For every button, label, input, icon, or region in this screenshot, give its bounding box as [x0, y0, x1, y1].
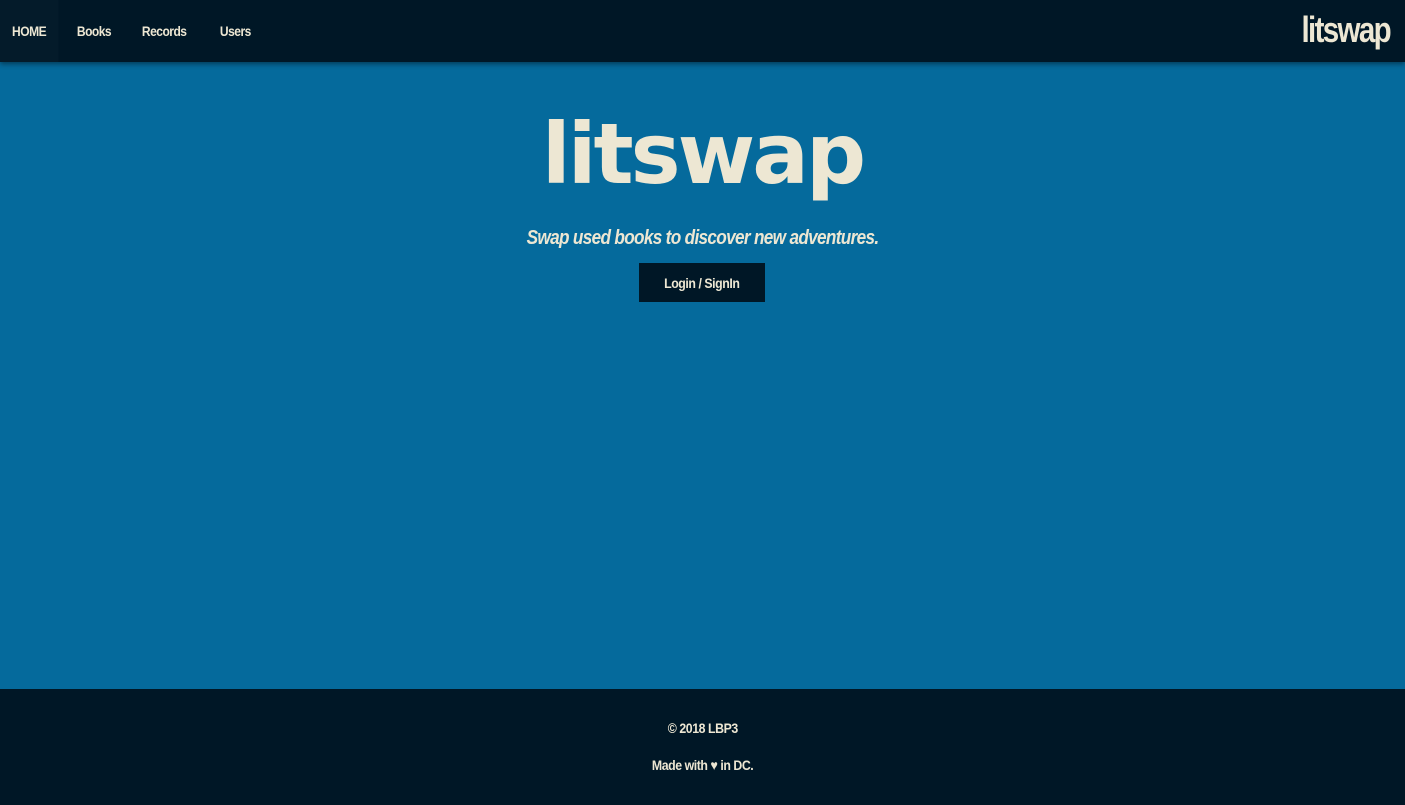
footer-made-suffix: in DC.: [720, 757, 754, 773]
nav-link-records[interactable]: Records: [129, 0, 199, 62]
nav-link-books[interactable]: Books: [64, 0, 124, 62]
footer-made-with-line: Made with ♥ in DC.: [0, 757, 1405, 773]
hero-tagline-text: Swap used books to discover new adventur…: [526, 227, 879, 249]
login-signin-button[interactable]: Login / SignIn: [639, 263, 765, 302]
heart-icon: ♥: [710, 757, 718, 773]
footer-made-prefix: Made with: [651, 757, 708, 773]
nav-link-home[interactable]: HOME: [0, 0, 59, 62]
footer-copyright: © 2018 LBP3: [667, 720, 738, 736]
hero-section: litswap Swap used books to discover new …: [0, 62, 1405, 689]
login-signin-label: Login / SignIn: [664, 274, 740, 291]
hero-tagline: Swap used books to discover new adventur…: [0, 225, 1405, 251]
hero-logo: litswap: [541, 105, 866, 203]
nav-links: HOME Books Records Users: [0, 0, 269, 62]
top-navbar: HOME Books Records Users litswap: [0, 0, 1405, 62]
footer-copyright-line: © 2018 LBP3: [0, 720, 1405, 736]
nav-link-users[interactable]: Users: [207, 0, 264, 62]
page-footer: © 2018 LBP3 Made with ♥ in DC.: [0, 689, 1405, 805]
nav-brand-logo[interactable]: litswap: [1301, 8, 1391, 52]
footer-made-with: Made with ♥ in DC.: [651, 757, 754, 773]
